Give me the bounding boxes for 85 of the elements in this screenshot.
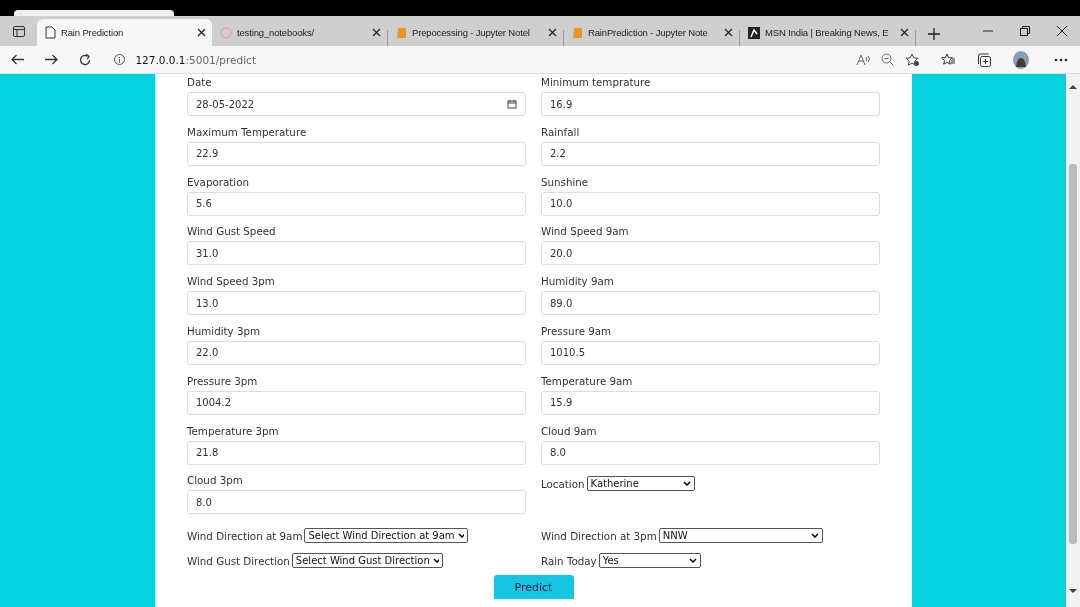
input-field[interactable]: 28-05-2022 [187,92,526,116]
sidebar-icon[interactable] [12,25,25,37]
info-icon [114,54,126,65]
field-label: Date [187,76,213,88]
caret-icon [457,533,465,539]
dropdown[interactable]: Katherine [586,476,695,492]
field-label: Pressure 9am [541,325,613,337]
dropdown[interactable]: NNW [658,528,823,544]
browser-tab[interactable]: testing_notebooks/ [212,19,387,46]
field-label: Wind Gust Direction [187,554,290,567]
predict-button[interactable]: Predict [493,575,574,600]
field-label: Cloud 3pm [187,474,244,487]
profile-avatar-icon[interactable] [1013,50,1029,69]
caret-icon [432,558,439,564]
input-field[interactable]: 21.8 [187,440,526,465]
close-icon[interactable] [1056,26,1067,36]
scroll-down-icon[interactable] [1069,589,1077,594]
close-icon[interactable] [724,28,733,37]
caret-icon [682,481,691,487]
field-label: Evaporation [187,175,250,188]
msn-icon [748,26,760,39]
input-field[interactable]: 20.0 [541,241,880,266]
input-field[interactable]: 22.0 [187,341,526,365]
field-label: Wind Direction at 9am [187,529,303,542]
dropdown[interactable]: Yes [598,553,701,569]
reload-icon[interactable] [79,53,92,66]
page-icon [45,26,56,39]
more-icon[interactable] [1054,57,1068,62]
caret-icon [688,558,697,564]
caret-icon [810,533,819,539]
field-label: Humidity 9am [541,275,615,288]
input-field[interactable]: 22.9 [187,141,526,166]
field-label: Cloud 9am [541,424,598,437]
back-icon[interactable] [10,54,24,65]
field-label: Temperature 3pm [187,424,280,437]
browser-tab[interactable]: Prepocessing - Jupyter Notel [388,19,563,46]
field-label: Wind Speed 9am [541,225,630,238]
field-label: Pressure 3pm [187,374,259,387]
dropdown[interactable]: Select Wind Gust Direction [291,553,443,569]
input-field[interactable]: 1010.5 [541,341,880,365]
restore-icon[interactable] [1019,26,1030,36]
input-field[interactable]: 13.0 [187,291,526,316]
input-field[interactable]: 31.0 [187,241,526,266]
input-field[interactable]: 16.9 [541,92,880,116]
favorites-icon[interactable] [941,52,956,67]
close-icon[interactable] [372,28,381,37]
scrollbar[interactable] [1066,74,1080,607]
field-label: Wind Gust Speed [187,225,277,238]
browser-tab[interactable]: Rain Prediction [37,19,212,46]
calendar-icon [507,99,517,109]
input-field[interactable]: 89.0 [541,291,880,316]
browser-tab[interactable]: RainPrediction - Jupyter Note [564,19,739,46]
field-label: Maximum Temperature [187,125,308,138]
input-field[interactable]: 2.2 [541,141,880,166]
browser-tab[interactable]: MSN India | Breaking News, E [740,19,915,46]
field-label: Rainfall [541,125,581,138]
spinner-icon [220,26,232,39]
field-label: Location [541,477,585,490]
input-field[interactable]: 8.0 [187,490,526,515]
field-label: Sunshine [541,175,590,188]
close-icon[interactable] [197,28,206,37]
field-label: Minimum temprature [541,76,652,88]
input-field[interactable]: 5.6 [187,191,526,216]
close-icon[interactable] [900,28,909,37]
close-icon[interactable] [548,28,557,37]
read-aloud-icon[interactable] [856,53,870,66]
new-tab-icon[interactable] [928,28,940,40]
zoom-out-icon[interactable] [881,53,894,66]
dropdown[interactable]: Select Wind Direction at 9am [304,528,469,544]
field-label: Humidity 3pm [187,325,262,337]
input-field[interactable]: 1004.2 [187,390,526,415]
book-icon [572,26,583,39]
input-field[interactable]: 15.9 [541,390,880,415]
field-label: Rain Today [541,554,597,567]
add-favorite-icon[interactable] [905,52,920,67]
forward-icon[interactable] [44,54,58,65]
input-field[interactable]: 8.0 [541,440,880,465]
book-icon [396,26,407,39]
scroll-up-icon[interactable] [1069,84,1077,89]
input-field[interactable]: 10.0 [541,191,880,216]
field-label: Wind Direction at 3pm [541,529,657,542]
field-label: Wind Speed 3pm [187,275,276,288]
collections-icon[interactable] [977,52,992,67]
minimize-icon[interactable] [982,30,993,32]
field-label: Temperature 9am [541,374,634,387]
